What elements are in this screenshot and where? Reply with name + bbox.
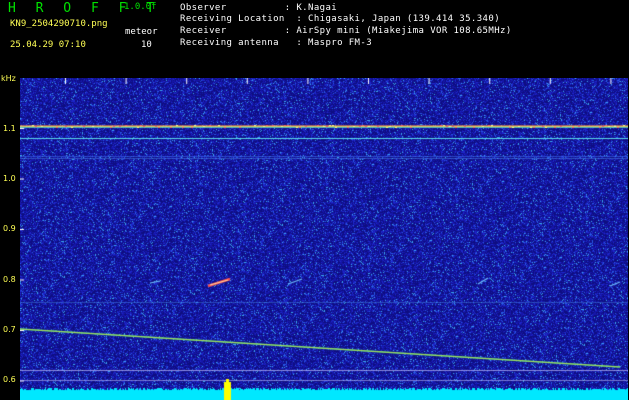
meteor-label: meteor [125,27,158,37]
y-tick-label: 0.8 [3,275,16,284]
y-tick-label: 0.7 [3,325,16,334]
observer-line: Observer : K.Nagai [180,3,338,13]
antenna-line: Receiving antenna : Maspro FM-3 [180,38,373,48]
y-tick-label: 0.9 [3,224,16,233]
y-tick-label: 1.1 [3,124,16,133]
datetime-label: 25.04.29 07:10 [10,40,86,50]
filename-label: KN9_2504290710.png [10,19,108,29]
receiver-line: Receiver : AirSpy mini (Miakejima VOR 10… [180,26,512,36]
meteor-count: 10 [141,40,152,50]
y-tick-label: 1.0 [3,174,16,183]
header-panel: H R O F F T 1.0.0f KN9_2504290710.png 25… [0,0,629,76]
y-tick-label: 0.6 [3,375,16,384]
version-label: 1.0.0f [124,2,157,12]
y-axis-unit: kHz [1,74,16,83]
location-line: Receiving Location : Chigasaki, Japan (1… [180,14,501,24]
spectrogram [20,78,628,400]
